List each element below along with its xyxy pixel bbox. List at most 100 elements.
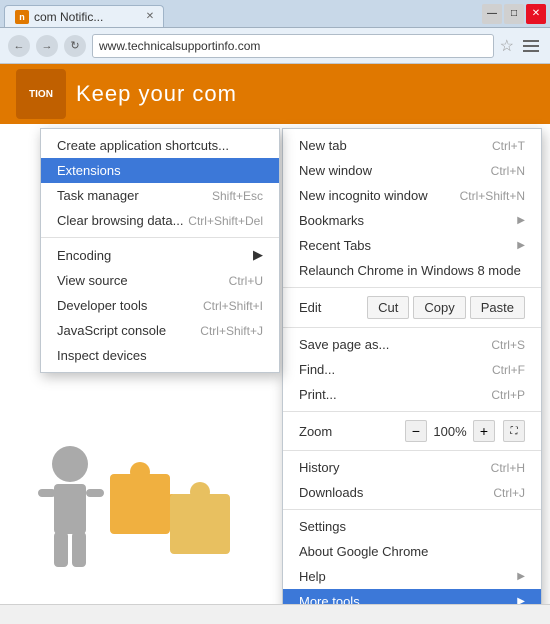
developer-tools-label: Developer tools xyxy=(57,298,147,313)
window-controls: — □ ✕ xyxy=(482,4,550,24)
page-content: TION Keep your com xyxy=(0,64,550,604)
menu-item-recent-tabs[interactable]: Recent Tabs ▶ xyxy=(283,233,541,258)
illustration-svg xyxy=(0,404,260,604)
task-manager-label: Task manager xyxy=(57,188,139,203)
fullscreen-button[interactable]: ⛶ xyxy=(503,420,525,442)
developer-tools-shortcut: Ctrl+Shift+I xyxy=(203,299,263,313)
tab-area: n com Notific... ✕ xyxy=(4,0,482,27)
zoom-in-button[interactable]: + xyxy=(473,420,495,442)
encoding-label: Encoding xyxy=(57,248,111,263)
minimize-button[interactable]: — xyxy=(482,4,502,24)
submenu-divider xyxy=(41,237,279,238)
submenu-item-extensions[interactable]: Extensions xyxy=(41,158,279,183)
submenu-item-inspect-devices[interactable]: Inspect devices xyxy=(41,343,279,368)
close-button[interactable]: ✕ xyxy=(526,4,546,24)
maximize-button[interactable]: □ xyxy=(504,4,524,24)
menu-item-incognito[interactable]: New incognito window Ctrl+Shift+N xyxy=(283,183,541,208)
zoom-out-button[interactable]: − xyxy=(405,420,427,442)
new-tab-shortcut: Ctrl+T xyxy=(492,139,525,153)
view-source-shortcut: Ctrl+U xyxy=(229,274,263,288)
tab-favicon: n xyxy=(15,10,29,24)
menu-item-settings[interactable]: Settings xyxy=(283,514,541,539)
divider-5 xyxy=(283,509,541,510)
history-shortcut: Ctrl+H xyxy=(491,461,525,475)
address-bar: ← → ↻ www.technicalsupportinfo.com ☆ xyxy=(0,28,550,64)
menu-item-new-window[interactable]: New window Ctrl+N xyxy=(283,158,541,183)
extensions-label: Extensions xyxy=(57,163,121,178)
menu-line-1 xyxy=(523,40,539,42)
divider-1 xyxy=(283,287,541,288)
cut-button[interactable]: Cut xyxy=(367,296,409,319)
tab-close-icon[interactable]: ✕ xyxy=(143,10,157,24)
menu-item-print[interactable]: Print... Ctrl+P xyxy=(283,382,541,407)
edit-label: Edit xyxy=(299,300,363,315)
help-label: Help xyxy=(299,569,326,584)
more-tools-submenu: Create application shortcuts... Extensio… xyxy=(40,128,280,373)
submenu-item-javascript-console[interactable]: JavaScript console Ctrl+Shift+J xyxy=(41,318,279,343)
new-window-label: New window xyxy=(299,163,372,178)
menu-item-new-tab[interactable]: New tab Ctrl+T xyxy=(283,133,541,158)
incognito-label: New incognito window xyxy=(299,188,428,203)
submenu-item-view-source[interactable]: View source Ctrl+U xyxy=(41,268,279,293)
task-manager-shortcut: Shift+Esc xyxy=(212,189,263,203)
forward-button[interactable]: → xyxy=(36,35,58,57)
about-chrome-label: About Google Chrome xyxy=(299,544,428,559)
submenu-item-create-shortcuts[interactable]: Create application shortcuts... xyxy=(41,133,279,158)
zoom-value: 100% xyxy=(431,424,469,439)
menu-item-find[interactable]: Find... Ctrl+F xyxy=(283,357,541,382)
menu-item-history[interactable]: History Ctrl+H xyxy=(283,455,541,480)
javascript-console-shortcut: Ctrl+Shift+J xyxy=(200,324,263,338)
recent-tabs-label: Recent Tabs xyxy=(299,238,371,253)
url-input[interactable]: www.technicalsupportinfo.com xyxy=(92,34,494,58)
menu-item-more-tools[interactable]: More tools ▶ xyxy=(283,589,541,604)
chrome-menu-button[interactable] xyxy=(520,35,542,57)
divider-3 xyxy=(283,411,541,412)
status-bar xyxy=(0,604,550,624)
menu-item-downloads[interactable]: Downloads Ctrl+J xyxy=(283,480,541,505)
clear-browsing-shortcut: Ctrl+Shift+Del xyxy=(188,214,263,228)
submenu-item-clear-browsing[interactable]: Clear browsing data... Ctrl+Shift+Del xyxy=(41,208,279,233)
submenu-item-task-manager[interactable]: Task manager Shift+Esc xyxy=(41,183,279,208)
chrome-dropdown-menu: New tab Ctrl+T New window Ctrl+N New inc… xyxy=(282,128,542,604)
menu-item-save-page[interactable]: Save page as... Ctrl+S xyxy=(283,332,541,357)
divider-4 xyxy=(283,450,541,451)
downloads-shortcut: Ctrl+J xyxy=(493,486,525,500)
view-source-label: View source xyxy=(57,273,128,288)
submenu-item-encoding[interactable]: Encoding ▶ xyxy=(41,242,279,268)
more-tools-label: More tools xyxy=(299,594,360,604)
paste-button[interactable]: Paste xyxy=(470,296,525,319)
active-tab[interactable]: n com Notific... ✕ xyxy=(4,5,164,27)
relaunch-label: Relaunch Chrome in Windows 8 mode xyxy=(299,263,521,278)
menu-item-relaunch[interactable]: Relaunch Chrome in Windows 8 mode xyxy=(283,258,541,283)
inspect-devices-label: Inspect devices xyxy=(57,348,147,363)
bookmarks-label: Bookmarks xyxy=(299,213,364,228)
reload-button[interactable]: ↻ xyxy=(64,35,86,57)
bookmark-icon[interactable]: ☆ xyxy=(500,36,514,56)
recent-tabs-arrow: ▶ xyxy=(517,240,525,251)
print-label: Print... xyxy=(299,387,337,402)
browser-window: n com Notific... ✕ — □ ✕ ← → ↻ www.techn… xyxy=(0,0,550,624)
find-label: Find... xyxy=(299,362,335,377)
print-shortcut: Ctrl+P xyxy=(491,388,525,402)
downloads-label: Downloads xyxy=(299,485,363,500)
menu-item-bookmarks[interactable]: Bookmarks ▶ xyxy=(283,208,541,233)
submenu-item-developer-tools[interactable]: Developer tools Ctrl+Shift+I xyxy=(41,293,279,318)
history-label: History xyxy=(299,460,339,475)
menu-line-2 xyxy=(523,45,539,47)
copy-button[interactable]: Copy xyxy=(413,296,465,319)
menu-line-3 xyxy=(523,50,539,52)
tab-title: com Notific... xyxy=(34,10,103,24)
clear-browsing-label: Clear browsing data... xyxy=(57,213,183,228)
create-shortcuts-label: Create application shortcuts... xyxy=(57,138,229,153)
menu-item-help[interactable]: Help ▶ xyxy=(283,564,541,589)
settings-label: Settings xyxy=(299,519,346,534)
back-button[interactable]: ← xyxy=(8,35,30,57)
zoom-row: Zoom − 100% + ⛶ xyxy=(283,416,541,446)
page-header: TION Keep your com xyxy=(0,64,550,124)
site-logo: TION xyxy=(16,69,66,119)
help-arrow: ▶ xyxy=(517,571,525,582)
menu-item-about-chrome[interactable]: About Google Chrome xyxy=(283,539,541,564)
zoom-controls: − 100% + ⛶ xyxy=(405,420,525,442)
save-page-shortcut: Ctrl+S xyxy=(491,338,525,352)
javascript-console-label: JavaScript console xyxy=(57,323,166,338)
